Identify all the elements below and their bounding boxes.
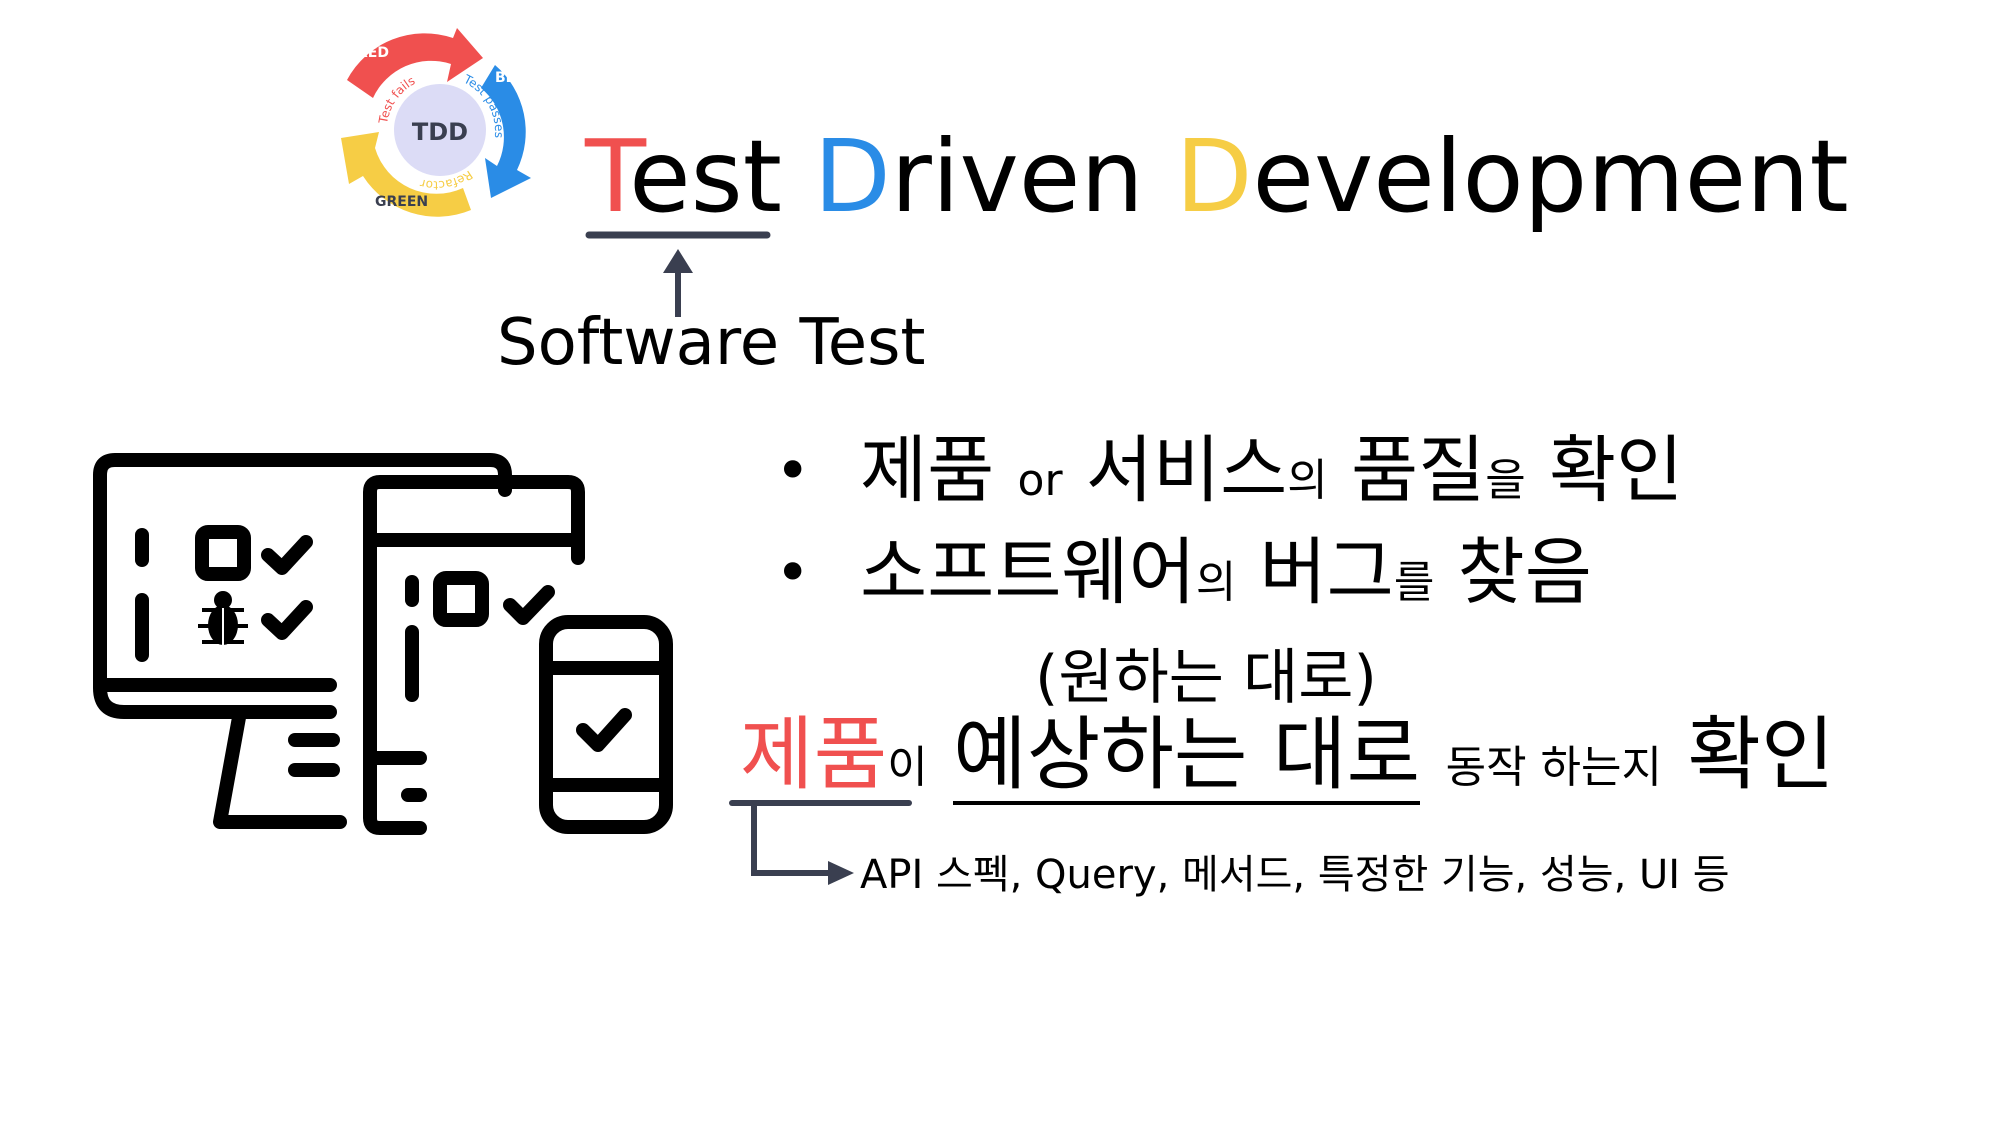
bullet-word: 확인	[1549, 428, 1684, 513]
green-label: GREEN	[375, 194, 428, 210]
bullet-word: 버그	[1259, 530, 1394, 615]
detail-text: API 스펙, Query, 메서드, 특정한 기능, 성능, UI 등	[860, 852, 1730, 898]
bullet-word: 찾음	[1457, 530, 1592, 615]
page-title: Test Driven Development	[585, 112, 1849, 242]
tdd-cycle-logo: TDD RED BLUE GREEN Test fails Test passe…	[341, 28, 535, 217]
expected-phrase: 예상하는 대로	[953, 708, 1421, 805]
red-label: RED	[357, 45, 389, 61]
tdd-center-text: TDD	[412, 118, 468, 146]
bullet-dot: •	[775, 538, 811, 608]
title-d-initial: D	[813, 118, 891, 235]
bullet-particle: 를	[1393, 557, 1435, 608]
bullet-word: 서비스	[1085, 428, 1288, 513]
title-t-initial: T	[585, 118, 630, 235]
bullet-particle: 을	[1485, 455, 1526, 506]
bullet-particle: 의	[1195, 557, 1237, 608]
red-arc	[347, 28, 483, 98]
bullet-item-bug: • 소프트웨어의 버그를 찾음	[775, 527, 1683, 629]
product-particle: 이	[887, 742, 928, 793]
bullet-item-quality: • 제품 or 서비스의 품질을 확인	[775, 425, 1683, 527]
bug-icon	[198, 591, 248, 645]
title-development-rest: evelopment	[1252, 118, 1849, 235]
product-word: 제품	[740, 708, 888, 801]
blue-label: BLUE	[495, 70, 535, 86]
title-d2-initial: D	[1175, 118, 1253, 235]
multi-device-test-icon	[93, 453, 673, 835]
title-test-rest: est	[629, 118, 782, 235]
action-phrase: 동작 하는지	[1445, 742, 1662, 793]
title-driven-rest: riven	[890, 118, 1144, 235]
bullet-list: • 제품 or 서비스의 품질을 확인 • 소프트웨어의 버그를 찾음	[775, 425, 1683, 629]
bullet-word: or	[1017, 455, 1063, 506]
bullet-dot: •	[775, 436, 811, 506]
product-underline	[729, 800, 912, 806]
bullet-particle: 의	[1287, 455, 1328, 506]
software-test-label: Software Test	[497, 306, 926, 380]
bullet-word: 제품	[860, 428, 995, 513]
bullet-word: 소프트웨어	[860, 530, 1196, 615]
product-elbow-arrow	[732, 800, 868, 885]
bullet-word: 품질	[1350, 428, 1486, 513]
check-word: 확인	[1687, 708, 1835, 801]
